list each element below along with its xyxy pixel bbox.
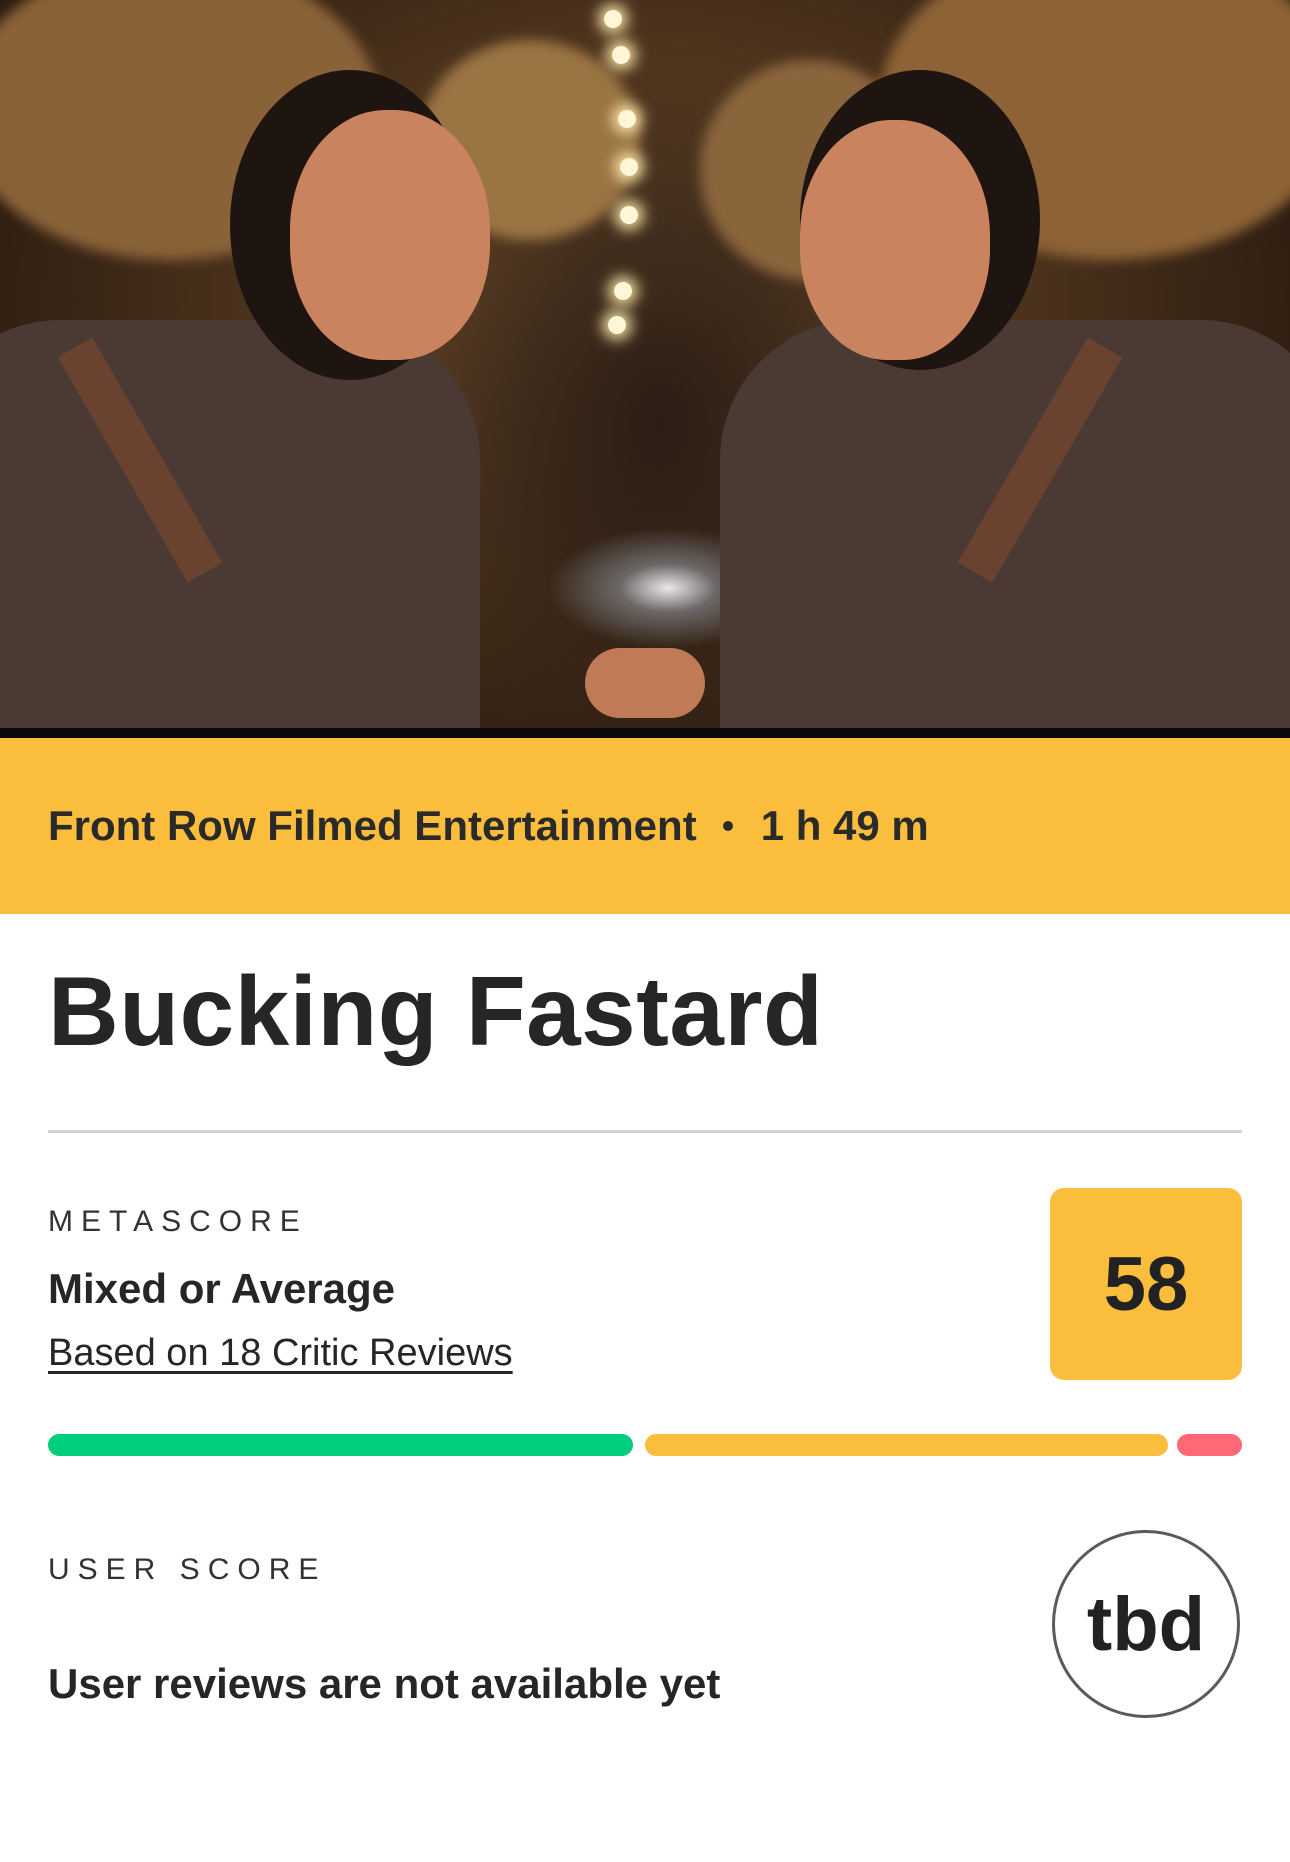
metascore-verdict: Mixed or Average xyxy=(48,1265,396,1312)
metascore-badge[interactable]: 58 xyxy=(1050,1188,1242,1380)
hero-divider xyxy=(0,728,1290,738)
user-score-message: User reviews are not available yet xyxy=(48,1660,721,1707)
person-right xyxy=(600,0,1290,728)
user-score-badge[interactable]: tbd xyxy=(1052,1530,1240,1718)
metascore-label: METASCORE xyxy=(48,1205,308,1238)
studio-name: Front Row Filmed Entertainment xyxy=(48,802,697,849)
person-left xyxy=(0,0,600,728)
user-score-label: USER SCORE xyxy=(48,1553,327,1586)
critic-reviews-link[interactable]: Based on 18 Critic Reviews xyxy=(48,1332,513,1375)
divider xyxy=(48,1130,1242,1133)
clasped-hands xyxy=(585,648,705,718)
distribution-negative xyxy=(1177,1434,1242,1456)
hero-image xyxy=(0,0,1290,728)
info-bar: Front Row Filmed Entertainment 1 h 49 m xyxy=(0,738,1290,914)
page-title: Bucking Fastard xyxy=(48,956,824,1066)
separator-dot xyxy=(722,821,733,831)
distribution-mixed xyxy=(645,1434,1168,1456)
distribution-positive xyxy=(48,1434,633,1456)
score-distribution-bar xyxy=(48,1434,1242,1456)
runtime: 1 h 49 m xyxy=(760,802,929,849)
